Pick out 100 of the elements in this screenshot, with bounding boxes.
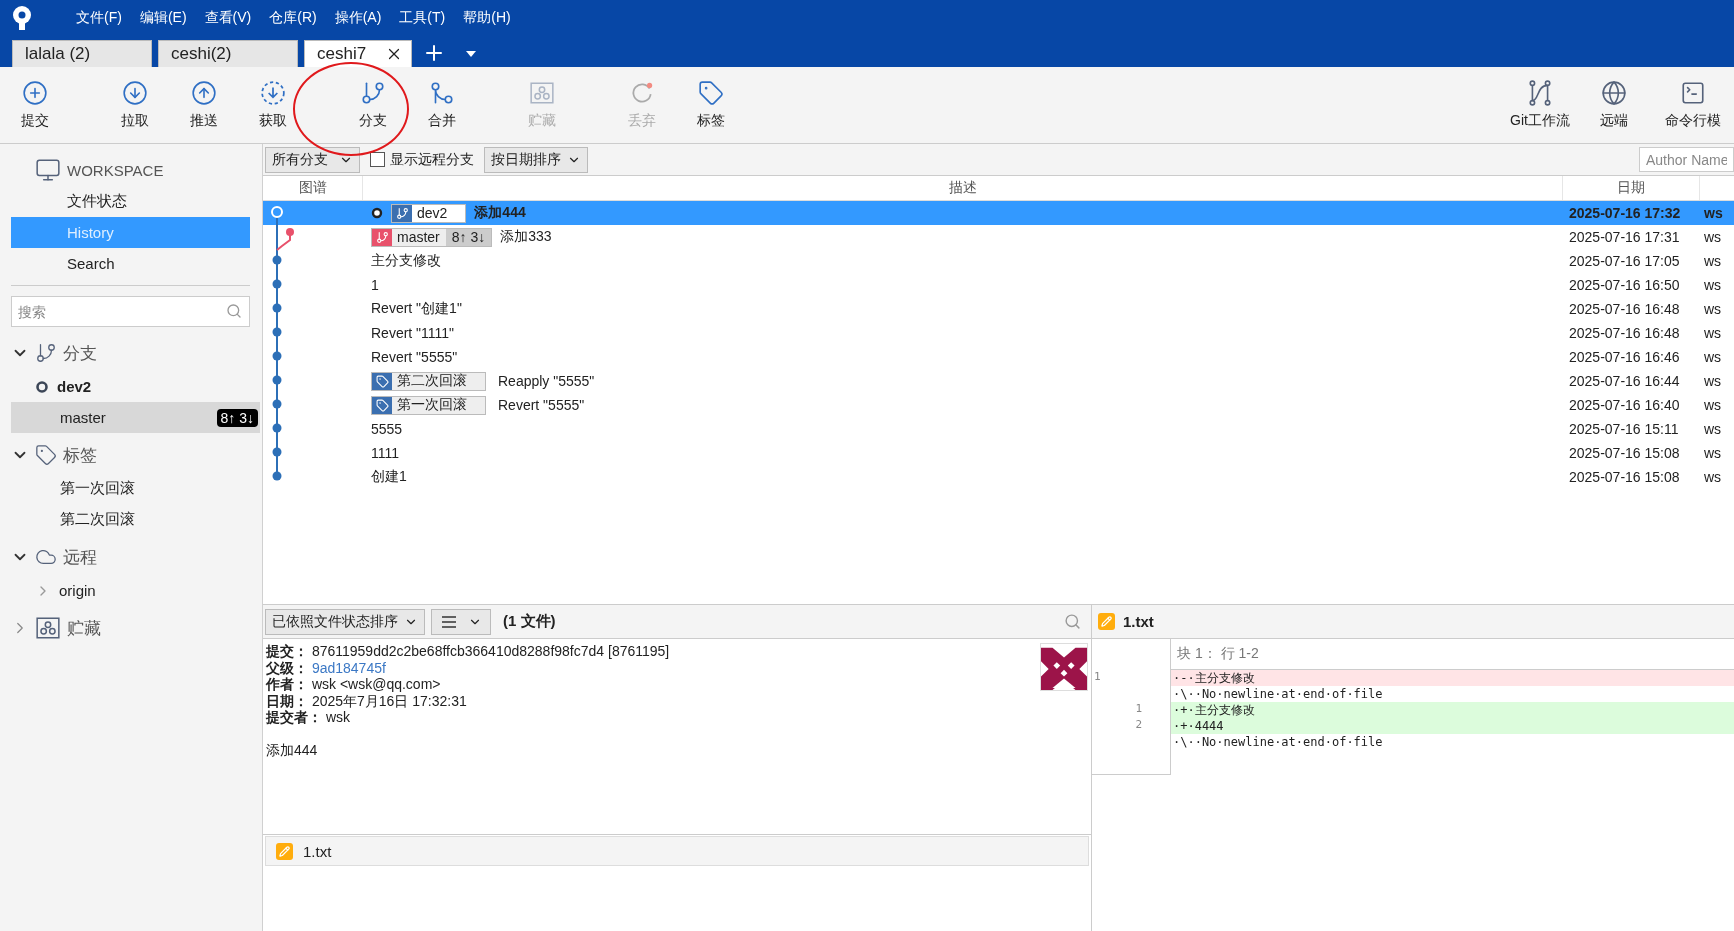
commit-row[interactable]: 第二次回滚 Reapply "5555" 2025-07-16 16:44 ws (263, 369, 1734, 393)
commit-row[interactable]: Revert "5555" 2025-07-16 16:46 ws (263, 345, 1734, 369)
commit-author: ws (1703, 229, 1723, 245)
arrow-down-circle-icon (122, 80, 148, 106)
menu-item[interactable]: 帮助(H) (463, 9, 511, 27)
column-header[interactable]: 日期 (1563, 176, 1700, 200)
toolbar-button[interactable]: 分支 (343, 80, 403, 130)
branch-label[interactable]: dev2 (391, 203, 467, 223)
search-icon[interactable] (1064, 613, 1081, 630)
parent-link[interactable]: 9ad184745f (311, 659, 386, 676)
commit-author: ws (1703, 373, 1723, 389)
commit-date: 2025-07-16 15:08 (1568, 469, 1681, 485)
sidebar-section-header[interactable]: 标签 (11, 437, 250, 473)
view-mode-dropdown[interactable] (431, 608, 491, 635)
repo-tab[interactable]: ceshi(2) (158, 40, 298, 67)
sidebar-section-header[interactable]: 分支 (11, 335, 250, 371)
sidebar-section-header[interactable]: 贮藏 (11, 610, 250, 646)
commit-message: Revert "5555" (498, 397, 585, 413)
commit-detail-line: 父级： 9ad184745f (266, 659, 387, 676)
menu-item[interactable]: 文件(F) (76, 9, 122, 27)
branch-icon (375, 230, 389, 244)
commit-row[interactable]: 1111 2025-07-16 15:08 ws (263, 441, 1734, 465)
commit-author: ws (1703, 421, 1723, 437)
file-list-row[interactable]: 1.txt (265, 836, 1089, 866)
repo-tab[interactable]: lalala (2) (12, 40, 152, 67)
sidebar-item[interactable]: 文件状态 (11, 186, 250, 217)
commit-row[interactable]: Revert "创建1" 2025-07-16 16:48 ws (263, 297, 1734, 321)
commit-date: 2025-07-16 16:48 (1568, 301, 1681, 317)
sidebar-item[interactable]: dev2 (11, 371, 260, 402)
branch-filter-dropdown[interactable]: 所有分支 (265, 146, 360, 173)
avatar-identicon (1040, 643, 1088, 691)
commit-author: ws (1703, 397, 1723, 413)
checkbox[interactable] (370, 152, 385, 167)
show-remote-checkbox[interactable]: 显示远程分支 (370, 150, 474, 169)
line-number: 1 (1093, 670, 1101, 685)
branch-label[interactable]: master 8↑ 3↓ (371, 227, 493, 247)
commit-date: 2025-07-16 16:48 (1568, 325, 1681, 341)
author-filter-field[interactable]: Author Name (1639, 147, 1734, 172)
toolbar-button[interactable]: Git工作流 (1504, 80, 1576, 130)
section-title: 远程 (63, 546, 97, 569)
tag-icon (375, 398, 389, 412)
git-flow-icon (1527, 80, 1553, 106)
branch-icon (360, 80, 386, 106)
commit-date: 2025-07-16 16:46 (1568, 349, 1681, 365)
toolbar-button[interactable]: 远端 (1576, 80, 1652, 130)
sidebar-section-header[interactable]: 远程 (11, 539, 250, 575)
item-label: dev2 (57, 378, 92, 395)
toolbar-button[interactable]: 推送 (174, 80, 234, 130)
commit-row[interactable]: master 8↑ 3↓ 添加333 2025-07-16 17:31 ws (263, 225, 1734, 249)
commit-date: 2025-07-16 16:50 (1568, 277, 1681, 293)
commit-row[interactable]: 主分支修改 2025-07-16 17:05 ws (263, 249, 1734, 273)
sidebar-item[interactable]: master 8↑ 3↓ (11, 402, 260, 433)
toolbar-button[interactable]: 命令行模 (1652, 80, 1734, 130)
commit-row[interactable]: dev2 添加444 2025-07-16 17:32 ws (263, 201, 1734, 225)
commit-author: ws (1703, 349, 1723, 365)
merge-icon (429, 80, 455, 106)
dashed-circle-down-icon (260, 80, 286, 106)
commit-detail-line: 日期： 2025年7月16日 17:32:31 (266, 692, 468, 709)
tag-icon (375, 374, 389, 388)
commit-row[interactable]: 1 2025-07-16 16:50 ws (263, 273, 1734, 297)
terminal-icon (1680, 80, 1706, 106)
column-header[interactable]: 图谱 (263, 176, 363, 200)
column-header[interactable]: 描述 (363, 176, 1563, 200)
commit-date: 2025-07-16 15:08 (1568, 445, 1681, 461)
search-icon (226, 303, 242, 319)
commit-date: 2025-07-16 17:32 (1568, 205, 1682, 221)
menu-item[interactable]: 编辑(E) (139, 9, 187, 27)
checkbox-label: 显示远程分支 (390, 150, 474, 169)
tag-label[interactable]: 第一次回滚 (371, 395, 486, 415)
sidebar-item[interactable]: 第二次回滚 (11, 504, 260, 535)
menu-item[interactable]: 仓库(R) (269, 9, 317, 27)
file-sort-dropdown[interactable]: 已依照文件状态排序 (265, 608, 425, 635)
toolbar-button[interactable]: 合并 (412, 80, 472, 130)
tab-title: ceshi7 (317, 44, 367, 64)
menu-item[interactable]: 操作(A) (334, 9, 382, 27)
tag-label[interactable]: 第二次回滚 (371, 371, 486, 391)
modified-file-icon (1098, 613, 1115, 630)
commit-author: ws (1703, 301, 1723, 317)
toolbar-button[interactable]: 提交 (5, 80, 65, 130)
toolbar-button[interactable]: 获取 (243, 80, 303, 130)
commit-row[interactable]: 5555 2025-07-16 15:11 ws (263, 417, 1734, 441)
search-field[interactable]: 搜索 (11, 296, 250, 327)
sort-dropdown[interactable]: 按日期排序 (484, 146, 588, 173)
sidebar-item[interactable]: Search (11, 248, 250, 279)
tag-icon (35, 444, 57, 466)
menu-item[interactable]: 工具(T) (399, 9, 446, 27)
commit-row[interactable]: Revert "1111" 2025-07-16 16:48 ws (263, 321, 1734, 345)
commit-author: ws (1703, 325, 1723, 341)
item-label: 第二次回滚 (60, 510, 135, 529)
toolbar-button[interactable]: 拉取 (105, 80, 165, 130)
commit-row[interactable]: 第一次回滚 Revert "5555" 2025-07-16 16:40 ws (263, 393, 1734, 417)
menu-item[interactable]: 查看(V) (204, 9, 252, 27)
commit-message: Revert "5555" (371, 349, 458, 365)
toolbar-button[interactable]: 标签 (681, 80, 741, 130)
sidebar-item[interactable]: 第一次回滚 (11, 473, 260, 504)
commit-row[interactable]: 创建1 2025-07-16 15:08 ws (263, 465, 1734, 489)
repo-tab[interactable]: ceshi7 (304, 40, 412, 67)
workspace-heading: WORKSPACE (67, 161, 164, 179)
sidebar-item[interactable]: origin (11, 575, 260, 606)
dropdown-caret-icon[interactable] (466, 51, 476, 57)
